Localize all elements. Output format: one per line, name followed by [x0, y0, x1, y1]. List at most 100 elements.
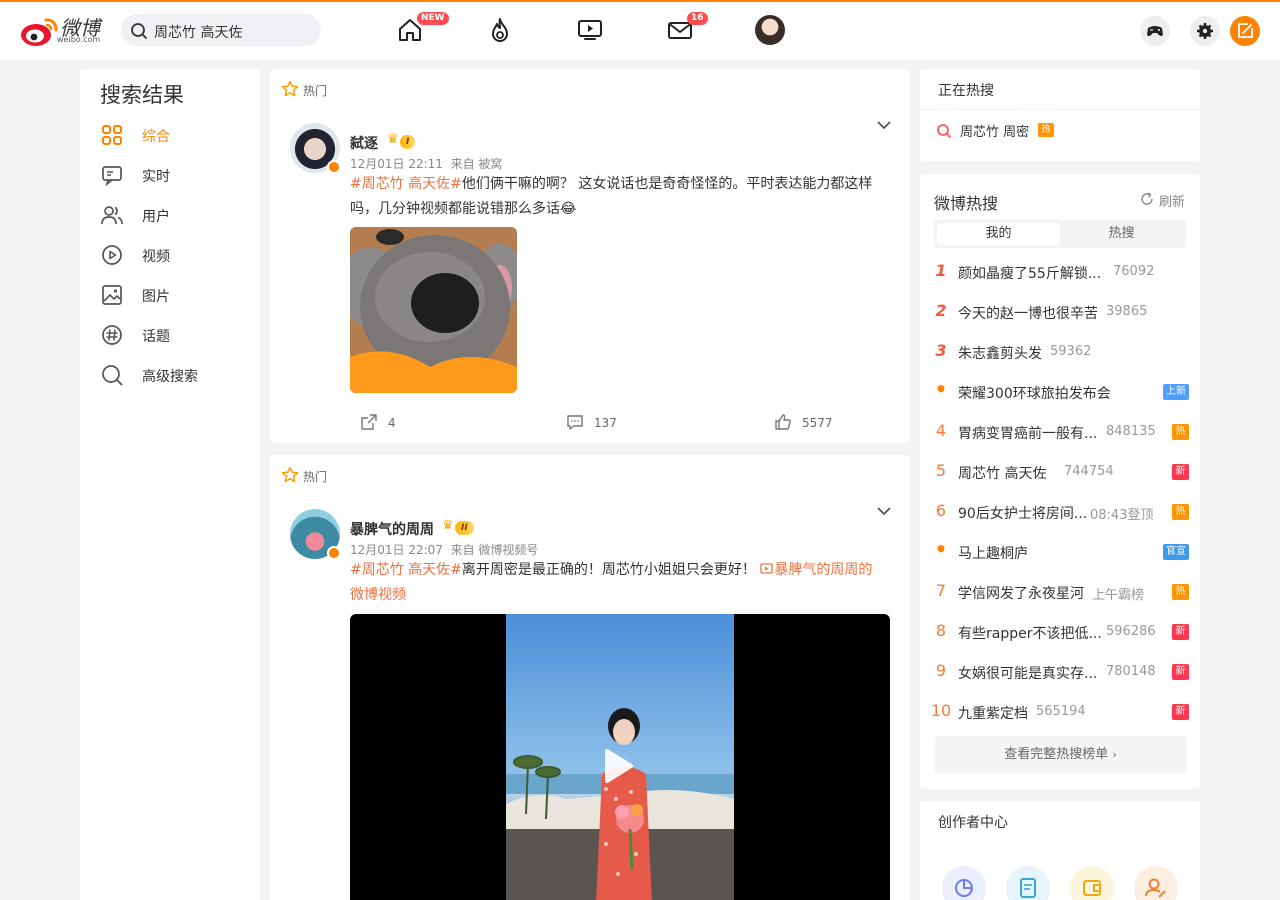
repost-button[interactable]: 4	[360, 413, 396, 434]
users-icon	[101, 206, 123, 225]
filter-topics[interactable]: 话题	[100, 323, 250, 347]
fans-button[interactable]	[1134, 866, 1178, 900]
hot-search-item[interactable]: • 马上趣桐庐 官宣	[934, 537, 1189, 564]
hot-search-title-text: 颜如晶瘦了55斤解锁...	[958, 266, 1102, 282]
hot-search-item[interactable]: 5 周芯竹 高天佐 744754 新	[934, 460, 1189, 484]
comment-count: 137	[594, 416, 617, 430]
hot-search-item[interactable]: 6 90后女护士将房间... 08:43登顶 热	[934, 500, 1189, 524]
video-player[interactable]	[350, 614, 890, 900]
play-icon[interactable]	[604, 748, 634, 784]
hot-search-title-text: 学信网发了永夜星河	[958, 586, 1084, 602]
hot-search-count: 08:43登顶	[1090, 508, 1154, 523]
gear-icon	[1197, 23, 1213, 39]
creator-center-title: 创作者中心	[938, 815, 1008, 831]
income-button[interactable]	[1070, 866, 1114, 900]
post-time[interactable]: 12月01日 22:07	[350, 543, 443, 557]
filter-label: 高级搜索	[142, 369, 198, 385]
wallet-icon	[1083, 880, 1101, 896]
trending-now-card: 正在热搜 周芯竹 周密 热	[920, 69, 1200, 161]
post-author-name[interactable]: 暴脾气的周周	[350, 519, 434, 539]
post-author-name[interactable]: 弑逐	[350, 133, 378, 153]
search-icon	[937, 124, 952, 139]
hot-search-item[interactable]: 4 胃病变胃癌前一般有... 848135 热	[934, 420, 1189, 444]
hot-fire-icon[interactable]	[486, 16, 514, 44]
analytics-button[interactable]	[942, 866, 986, 900]
weibo-logo[interactable]: 微博 weibo.com	[20, 13, 115, 49]
like-button[interactable]: 5577	[774, 413, 833, 434]
filter-advanced-search[interactable]: 高级搜索	[100, 363, 250, 387]
hot-search-tabs: 我的 热搜	[934, 220, 1186, 248]
chevron-down-icon[interactable]	[876, 120, 892, 130]
hot-search-tag: 新	[1172, 704, 1189, 720]
hot-search-item[interactable]: 10 九重紫定档 565194 新	[931, 700, 1189, 724]
filter-users[interactable]: 用户	[100, 203, 250, 227]
search-filter-panel: 搜索结果 综合 实时 用户 视频 图片 话题 高级搜索	[80, 69, 260, 900]
hot-search-title-text: 九重紫定档	[958, 706, 1028, 722]
filter-label: 综合	[142, 129, 170, 145]
hot-search-tag: 新	[1172, 664, 1189, 680]
hot-search-rank: 4	[935, 421, 947, 440]
post-image[interactable]	[350, 227, 517, 393]
edit-icon	[1238, 23, 1253, 38]
star-icon	[281, 80, 299, 97]
view-full-hot-list-button[interactable]: 查看完整热搜榜单 ›	[934, 736, 1187, 774]
trending-now-title: 正在热搜	[938, 83, 994, 99]
settings-button[interactable]	[1190, 16, 1220, 46]
chevron-down-icon[interactable]	[876, 506, 892, 516]
document-icon	[1020, 878, 1036, 898]
filter-video[interactable]: 视频	[100, 243, 250, 267]
realtime-icon	[102, 166, 122, 187]
hot-search-rank: 8	[935, 621, 947, 640]
hot-search-item[interactable]: 8 有些rapper不该把低... 596286 新	[934, 620, 1189, 644]
hot-search-count: 76092	[1113, 264, 1155, 279]
filter-label: 视频	[142, 249, 170, 265]
search-input[interactable]: 周芯竹 高天佐	[154, 22, 242, 42]
creator-center-card: 创作者中心	[920, 801, 1200, 900]
hot-search-rank: •	[934, 537, 948, 561]
koala-plush-image	[350, 227, 517, 393]
hot-search-item[interactable]: 9 女娲很可能是真实存... 780148 新	[934, 660, 1189, 684]
post-text: #周芯竹 高天佐#离开周密是最正确的！周芯竹小姐姐只会更好！ 暴脾气的周周的微博…	[350, 558, 880, 608]
trending-now-item[interactable]: 周芯竹 周密 热	[936, 121, 1186, 145]
hot-search-rank: 6	[935, 501, 947, 520]
video-link-icon	[760, 563, 774, 574]
filter-realtime[interactable]: 实时	[100, 163, 250, 187]
hot-search-count: 39865	[1106, 304, 1148, 319]
post-text: #周芯竹 高天佐#他们俩干嘛的啊？ 这女说话也是奇奇怪怪的。平时表达能力都这样吗…	[350, 172, 880, 222]
post-time[interactable]: 12月01日 22:11	[350, 157, 443, 171]
filter-images[interactable]: 图片	[100, 283, 250, 307]
tab-mine[interactable]: 我的	[937, 223, 1060, 245]
hot-search-count: 上午霸榜	[1092, 588, 1145, 603]
hot-search-title: 微博热搜	[934, 194, 999, 213]
hot-search-item[interactable]: 1 颜如晶瘦了55斤解锁... 76092	[934, 260, 1189, 284]
star-icon	[281, 466, 299, 483]
hot-search-title-text: 胃病变胃癌前一般有...	[958, 426, 1098, 442]
video-nav-icon[interactable]	[576, 16, 604, 44]
message-count-badge: 16	[687, 12, 708, 25]
compose-button[interactable]	[1230, 16, 1260, 46]
search-box[interactable]: 周芯竹 高天佐	[121, 14, 321, 46]
hot-search-title-text: 有些rapper不该把低...	[958, 626, 1102, 642]
hot-search-count: 59362	[1050, 344, 1092, 359]
hot-search-item[interactable]: 7 学信网发了永夜星河 上午霸榜 热	[934, 580, 1189, 604]
comment-button[interactable]: 137	[566, 413, 617, 434]
logo-subtext: weibo.com	[57, 35, 101, 44]
post-hashtag[interactable]: #周芯竹 高天佐#	[350, 562, 462, 578]
hot-search-rank: 5	[935, 461, 947, 480]
verified-badge	[327, 546, 341, 560]
refresh-button[interactable]: 刷新	[1140, 191, 1200, 211]
hot-search-tag: 新	[1172, 464, 1189, 480]
filter-all[interactable]: 综合	[100, 123, 250, 147]
hot-search-item[interactable]: • 荣耀300环球旅拍发布会 上新	[934, 377, 1189, 404]
hot-search-count: 744754	[1064, 464, 1114, 479]
tab-hot[interactable]: 热搜	[1060, 223, 1183, 245]
hot-search-tag: 热	[1172, 584, 1189, 600]
hot-search-rank: 1	[935, 261, 947, 280]
game-button[interactable]	[1140, 16, 1170, 46]
content-button[interactable]	[1006, 866, 1050, 900]
hot-search-item[interactable]: 3 朱志鑫剪头发 59362	[934, 340, 1189, 364]
post-hashtag[interactable]: #周芯竹 高天佐#	[350, 176, 462, 192]
hot-search-item[interactable]: 2 今天的赵一博也很辛苦 39865	[934, 300, 1189, 324]
user-avatar[interactable]	[755, 15, 785, 45]
home-new-badge: NEW	[417, 12, 449, 25]
